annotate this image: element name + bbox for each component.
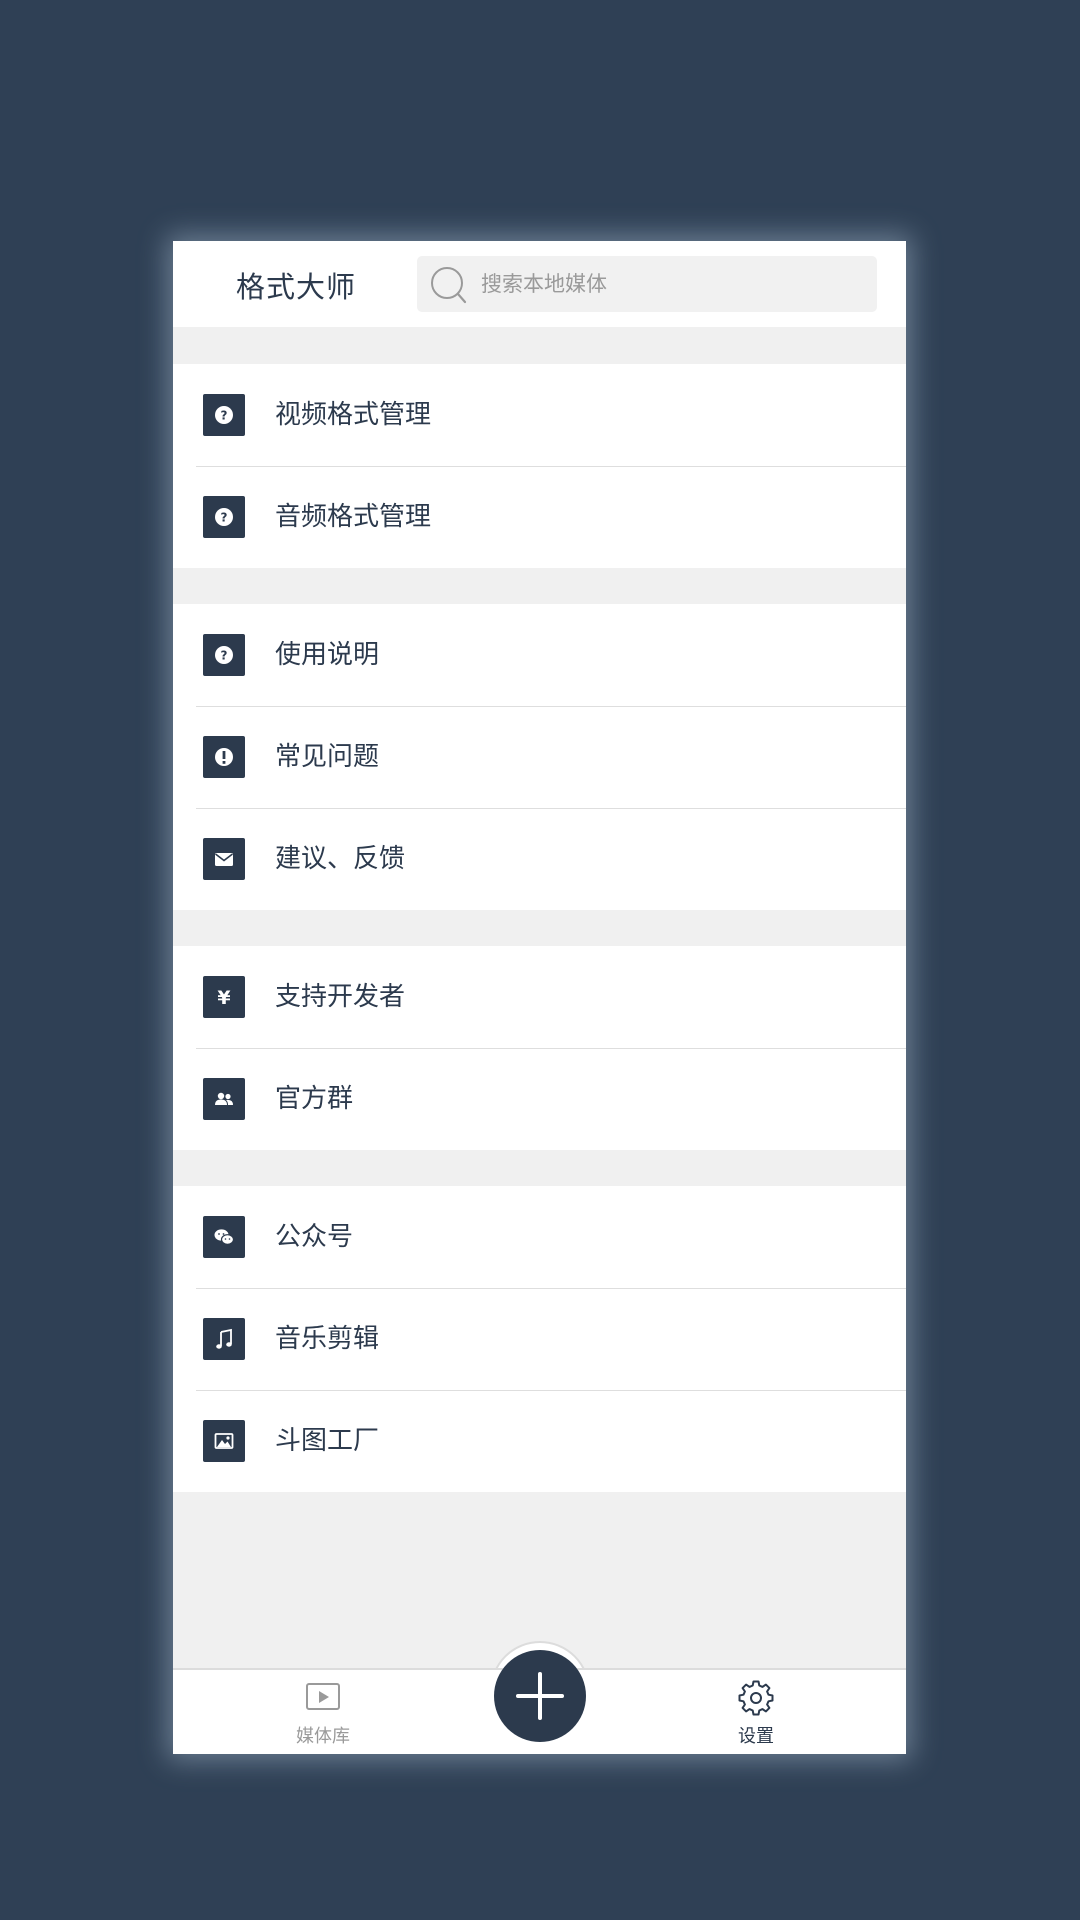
svg-text:?: ? xyxy=(221,511,228,525)
menu-item-feedback[interactable]: 建议、反馈 xyxy=(173,808,906,910)
nav-tab-label: 设置 xyxy=(738,1726,774,1747)
menu-item-label: 支持开发者 xyxy=(275,982,406,1012)
menu-item-instructions[interactable]: ? 使用说明 xyxy=(173,604,906,706)
question-circle-icon: ? xyxy=(203,394,245,436)
search-icon xyxy=(431,267,467,304)
svg-text:¥: ¥ xyxy=(217,987,230,1009)
add-button[interactable] xyxy=(494,1650,586,1742)
yen-icon: ¥ xyxy=(203,976,245,1018)
music-note-icon xyxy=(203,1318,245,1360)
wechat-icon xyxy=(203,1216,245,1258)
nav-tab-media-library[interactable]: 媒体库 xyxy=(263,1680,383,1752)
exclamation-circle-icon xyxy=(203,736,245,778)
envelope-icon xyxy=(203,838,245,880)
nav-tab-settings[interactable]: 设置 xyxy=(696,1680,816,1752)
menu-item-official-account[interactable]: 公众号 xyxy=(173,1186,906,1288)
media-library-icon xyxy=(306,1683,340,1710)
search-input[interactable] xyxy=(479,256,859,312)
menu-item-official-group[interactable]: 官方群 xyxy=(173,1048,906,1150)
menu-item-music-edit[interactable]: 音乐剪辑 xyxy=(173,1288,906,1390)
menu-item-label: 建议、反馈 xyxy=(275,844,406,874)
menu-group-more: 公众号 音乐剪辑 斗图工厂 xyxy=(173,1186,906,1492)
search-box[interactable] xyxy=(417,256,877,312)
menu-item-audio-format[interactable]: ? 音频格式管理 xyxy=(173,466,906,568)
svg-text:?: ? xyxy=(221,649,228,663)
menu-item-support-developer[interactable]: ¥ 支持开发者 xyxy=(173,946,906,1048)
users-icon xyxy=(203,1078,245,1120)
menu-item-label: 使用说明 xyxy=(275,640,380,670)
menu-group-help: ? 使用说明 常见问题 建议、反馈 xyxy=(173,604,906,910)
menu-item-label: 斗图工厂 xyxy=(275,1426,380,1456)
plus-icon xyxy=(516,1672,564,1720)
app-title: 格式大师 xyxy=(236,270,357,304)
menu-item-label: 公众号 xyxy=(275,1222,354,1252)
gear-icon xyxy=(738,1680,774,1716)
nav-tab-label: 媒体库 xyxy=(296,1726,350,1747)
app-screen: 格式大师 ? 视频格式管理 ? 音频格式管理 ? xyxy=(173,241,906,1754)
menu-item-video-format[interactable]: ? 视频格式管理 xyxy=(173,364,906,466)
menu-item-label: 常见问题 xyxy=(275,742,380,772)
menu-item-meme-factory[interactable]: 斗图工厂 xyxy=(173,1390,906,1492)
svg-text:?: ? xyxy=(221,409,228,423)
menu-item-label: 音频格式管理 xyxy=(275,502,432,532)
menu-item-label: 音乐剪辑 xyxy=(275,1324,380,1354)
image-icon xyxy=(203,1420,245,1462)
question-circle-icon: ? xyxy=(203,496,245,538)
question-circle-icon: ? xyxy=(203,634,245,676)
top-bar: 格式大师 xyxy=(173,241,906,327)
menu-item-faq[interactable]: 常见问题 xyxy=(173,706,906,808)
menu-item-label: 官方群 xyxy=(275,1084,354,1114)
menu-group-formats: ? 视频格式管理 ? 音频格式管理 xyxy=(173,364,906,568)
menu-item-label: 视频格式管理 xyxy=(275,400,432,430)
menu-group-support: ¥ 支持开发者 官方群 xyxy=(173,946,906,1150)
